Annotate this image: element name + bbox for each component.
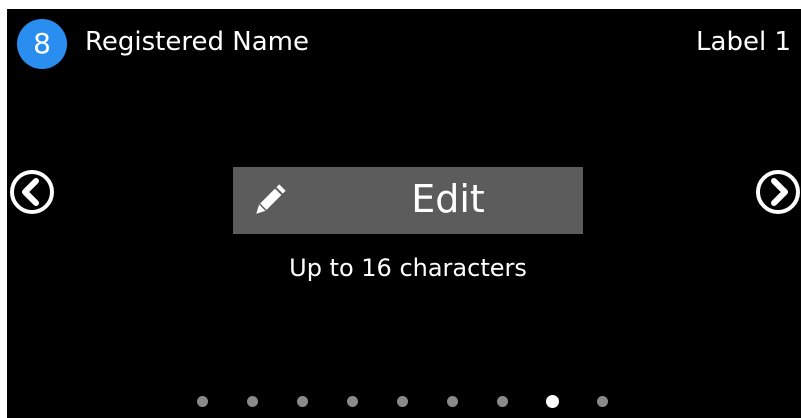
page-dot-3 bbox=[296, 396, 308, 407]
next-button[interactable] bbox=[755, 169, 801, 215]
chevron-left-circle-icon bbox=[10, 170, 54, 214]
edit-button[interactable]: Edit bbox=[233, 167, 583, 234]
edit-button-label: Edit bbox=[411, 177, 485, 221]
screenshot-frame: 8 Registered Name Label 1 Edit Up to 16 … bbox=[0, 0, 801, 418]
page-dot-7 bbox=[496, 396, 508, 407]
page-dot-8 bbox=[545, 395, 559, 408]
chevron-right-circle-icon bbox=[756, 170, 800, 214]
page-indicator bbox=[7, 394, 801, 408]
page-dot-9 bbox=[596, 396, 608, 407]
previous-button[interactable] bbox=[9, 169, 55, 215]
character-limit-hint: Up to 16 characters bbox=[289, 254, 527, 282]
page-dot-4 bbox=[346, 396, 358, 407]
device-display: 8 Registered Name Label 1 Edit Up to 16 … bbox=[7, 9, 801, 418]
page-dot-5 bbox=[396, 396, 408, 407]
page-dot-6 bbox=[446, 396, 458, 407]
page-dot-1 bbox=[196, 396, 208, 407]
page-dot-2 bbox=[246, 396, 258, 407]
screen-title: Registered Name bbox=[85, 27, 309, 57]
label-indicator: Label 1 bbox=[696, 27, 791, 57]
step-number-badge: 8 bbox=[17, 19, 67, 69]
